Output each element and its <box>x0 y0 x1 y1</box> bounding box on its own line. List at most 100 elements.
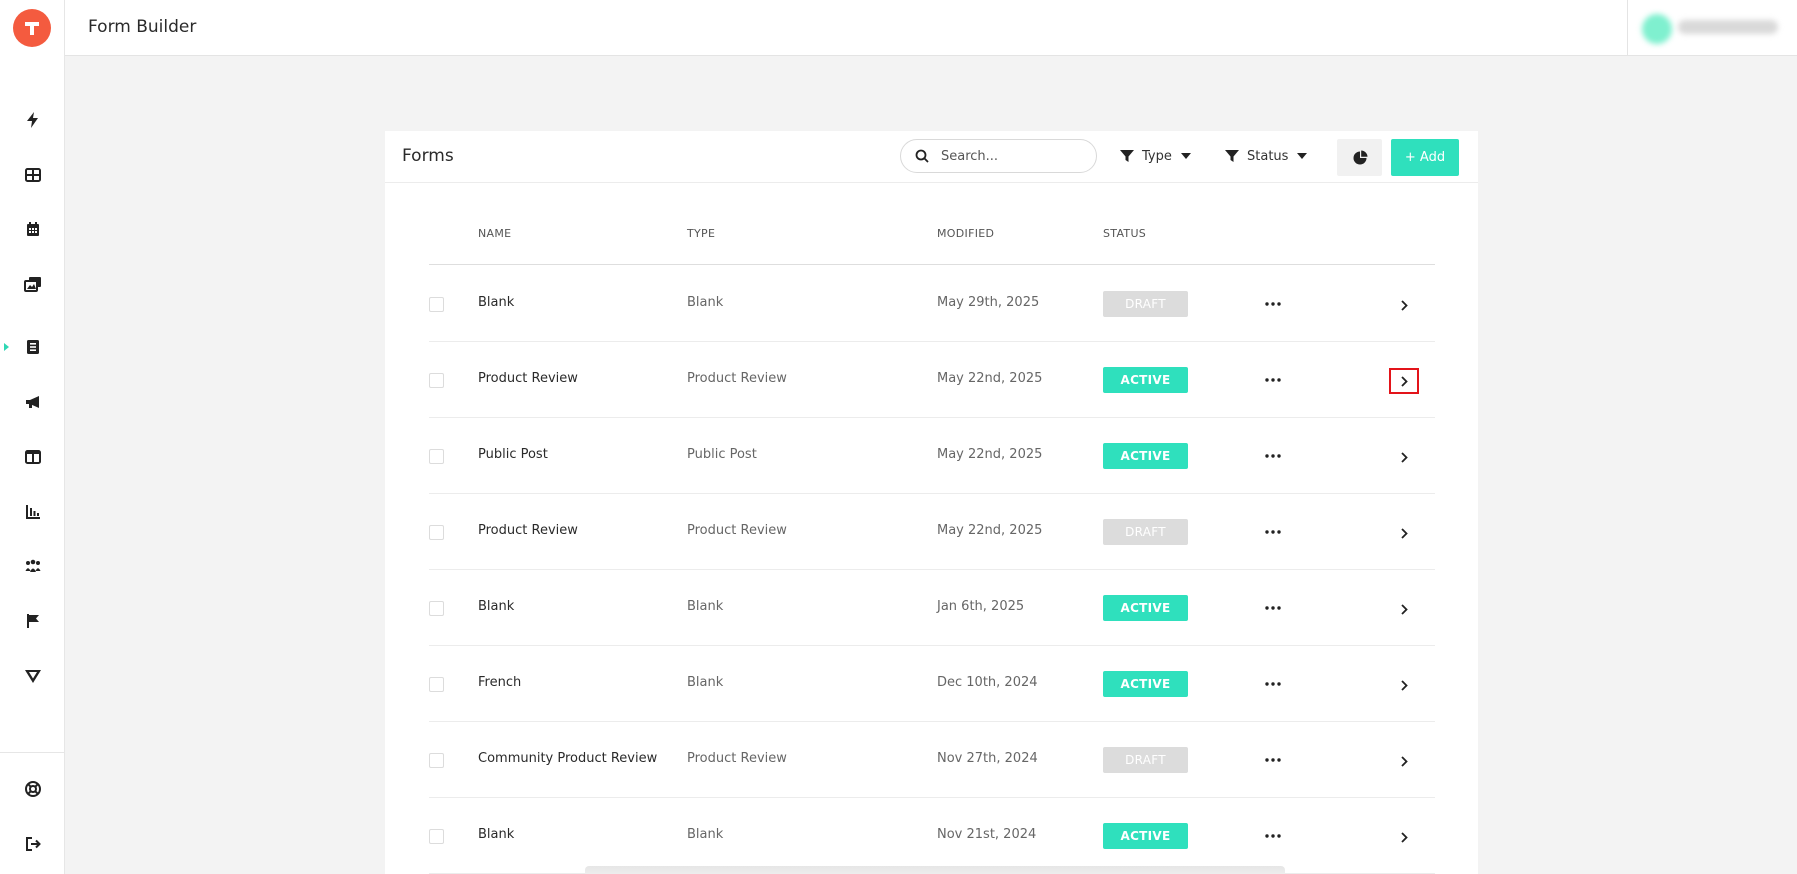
form-modified-date: May 22nd, 2025 <box>937 523 1043 538</box>
chevron-right-icon <box>1400 299 1408 311</box>
status-badge: ACTIVE <box>1103 671 1188 697</box>
table-row[interactable]: Product Review Product Review May 22nd, 20… <box>429 342 1435 418</box>
row-open-button[interactable] <box>1389 672 1419 698</box>
row-open-button[interactable] <box>1389 520 1419 546</box>
row-checkbox[interactable] <box>429 677 444 692</box>
more-horizontal-icon <box>1265 606 1281 610</box>
logo-t-icon <box>25 22 39 35</box>
images-icon <box>23 277 41 292</box>
more-horizontal-icon <box>1265 530 1281 534</box>
row-open-button[interactable] <box>1389 824 1419 850</box>
user-menu[interactable] <box>1627 0 1797 56</box>
app-logo[interactable] <box>13 9 51 47</box>
row-checkbox[interactable] <box>429 449 444 464</box>
filter-icon <box>1225 150 1239 162</box>
caret-down-icon <box>1180 153 1191 159</box>
row-open-button[interactable] <box>1389 444 1419 470</box>
row-more-button[interactable] <box>1263 750 1283 770</box>
row-more-button[interactable] <box>1263 446 1283 466</box>
row-more-button[interactable] <box>1263 370 1283 390</box>
row-more-button[interactable] <box>1263 598 1283 618</box>
table-row[interactable]: Public Post Public Post May 22nd, 2025 ACTI… <box>429 418 1435 494</box>
chevron-right-icon <box>1400 603 1408 615</box>
form-type: Public Post <box>687 447 757 462</box>
nav-grid[interactable] <box>0 157 65 193</box>
help-lifebuoy-icon <box>24 781 41 797</box>
grid-icon <box>24 168 41 182</box>
nav-v[interactable] <box>0 658 65 694</box>
row-open-button[interactable] <box>1389 596 1419 622</box>
search-input[interactable] <box>941 148 1081 164</box>
status-badge: ACTIVE <box>1103 595 1188 621</box>
form-name: Product Review <box>478 523 578 538</box>
nav-analytics[interactable] <box>0 494 65 530</box>
column-header-name[interactable]: NAME <box>478 227 511 240</box>
chevron-right-icon <box>1400 375 1408 387</box>
bar-chart-icon <box>25 505 40 519</box>
list-icon <box>26 340 39 354</box>
nav-lightning[interactable] <box>0 102 65 138</box>
row-open-button[interactable] <box>1389 748 1419 774</box>
row-checkbox[interactable] <box>429 297 444 312</box>
nav-images[interactable] <box>0 266 65 302</box>
nav-logout[interactable] <box>0 826 65 862</box>
add-form-button[interactable]: + Add <box>1391 139 1459 176</box>
nav-forms[interactable] <box>0 329 65 365</box>
users-icon <box>25 559 40 572</box>
type-filter[interactable]: Type <box>1120 146 1191 166</box>
form-type: Blank <box>687 675 724 690</box>
nav-layout[interactable] <box>0 439 65 475</box>
table-row[interactable]: French Blank Dec 10th, 2024 ACTIVE <box>429 646 1435 722</box>
row-more-button[interactable] <box>1263 674 1283 694</box>
row-open-button[interactable] <box>1389 292 1419 318</box>
table-row[interactable]: Product Review Product Review May 22nd, 20… <box>429 494 1435 570</box>
user-name-blurred <box>1678 20 1778 34</box>
calendar-icon <box>26 222 39 236</box>
table-row[interactable]: Blank Blank May 29th, 2025 DRAFT <box>429 266 1435 342</box>
row-checkbox[interactable] <box>429 525 444 540</box>
sidebar <box>0 0 65 874</box>
stats-button[interactable] <box>1337 139 1382 176</box>
form-modified-date: Nov 21st, 2024 <box>937 827 1037 842</box>
nav-help[interactable] <box>0 771 65 807</box>
pie-chart-icon <box>1353 150 1367 164</box>
form-type: Blank <box>687 599 724 614</box>
form-name: French <box>478 675 522 690</box>
table-row[interactable]: Community Product Review Product Review No… <box>429 722 1435 798</box>
status-filter[interactable]: Status <box>1225 146 1308 166</box>
status-badge: ACTIVE <box>1103 823 1188 849</box>
page-title: Form Builder <box>88 17 197 37</box>
nav-flag[interactable] <box>0 603 65 639</box>
forms-title: Forms <box>402 146 454 166</box>
row-checkbox[interactable] <box>429 829 444 844</box>
more-horizontal-icon <box>1265 834 1281 838</box>
forms-toolbar: Forms Type Status + Add <box>385 131 1478 183</box>
row-checkbox[interactable] <box>429 601 444 616</box>
chevron-right-icon <box>1400 755 1408 767</box>
status-badge: DRAFT <box>1103 519 1188 545</box>
form-name: Blank <box>478 599 515 614</box>
row-checkbox[interactable] <box>429 373 444 388</box>
column-header-modified[interactable]: MODIFIED <box>937 227 994 240</box>
row-more-button[interactable] <box>1263 522 1283 542</box>
form-modified-date: Dec 10th, 2024 <box>937 675 1038 690</box>
nav-users[interactable] <box>0 548 65 584</box>
table-header: NAME TYPE MODIFIED STATUS <box>429 227 1435 265</box>
row-more-button[interactable] <box>1263 294 1283 314</box>
column-header-status[interactable]: STATUS <box>1103 227 1146 240</box>
table-row[interactable]: Blank Blank Nov 21st, 2024 ACTIVE <box>429 798 1435 874</box>
form-type: Blank <box>687 295 724 310</box>
form-type: Product Review <box>687 371 787 386</box>
form-type: Blank <box>687 827 724 842</box>
chevron-right-icon <box>1400 451 1408 463</box>
column-header-type[interactable]: TYPE <box>687 227 715 240</box>
nav-calendar[interactable] <box>0 211 65 247</box>
row-more-button[interactable] <box>1263 826 1283 846</box>
row-checkbox[interactable] <box>429 753 444 768</box>
table-row[interactable]: Blank Blank Jan 6th, 2025 ACTIVE <box>429 570 1435 646</box>
status-filter-label: Status <box>1247 148 1289 164</box>
search-box[interactable] <box>900 139 1097 173</box>
v-logo-icon <box>24 670 41 683</box>
nav-announcements[interactable] <box>0 384 65 420</box>
row-open-button[interactable] <box>1389 368 1419 394</box>
